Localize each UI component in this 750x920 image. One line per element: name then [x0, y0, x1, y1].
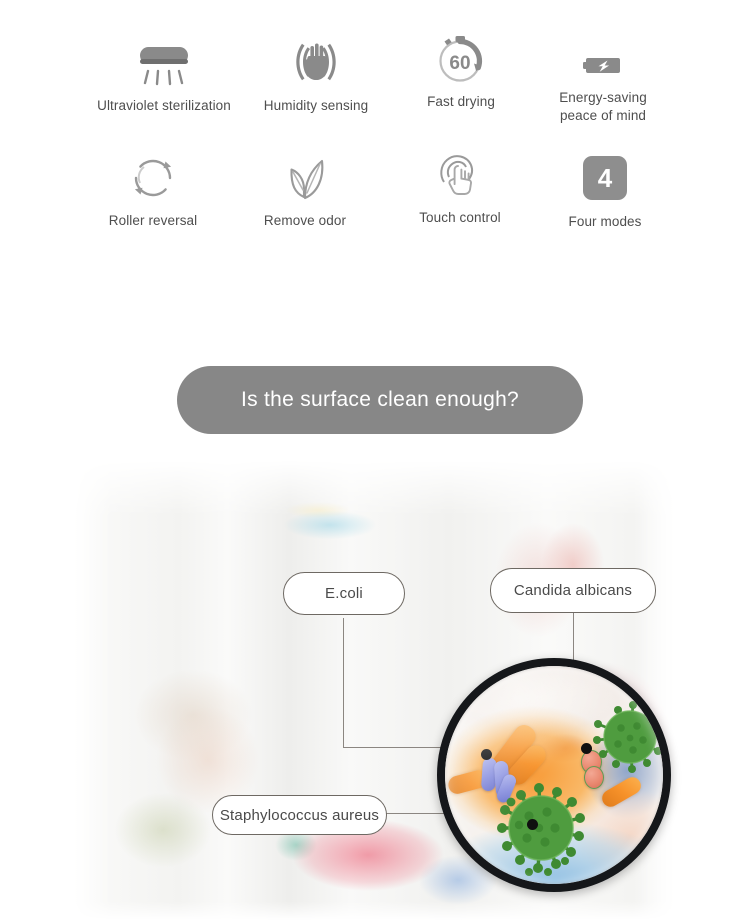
marker-dot-staphylococcus [527, 819, 538, 830]
feature-label: Humidity sensing [263, 98, 369, 113]
staphylococcus-germ-small [593, 701, 663, 773]
timer-value: 60 [449, 53, 470, 74]
callout-ecoli: E.coli [283, 572, 405, 615]
feature-label: Fast drying [427, 94, 495, 109]
touch-finger-icon [434, 152, 486, 200]
timer-60-icon: 60 [431, 36, 491, 84]
feature-label: Roller reversal [108, 213, 198, 228]
feature-humidity-sensing: Humidity sensing [241, 40, 391, 115]
feature-label-line2: peace of mind [559, 108, 647, 124]
staphylococcus-germ-large [497, 783, 585, 876]
battery-bolt-icon [582, 52, 624, 80]
feature-label: Four modes [568, 214, 642, 229]
leader-line-ecoli-vertical [343, 618, 345, 748]
callout-candida-albicans: Candida albicans [490, 568, 656, 613]
feature-roller-reversal: Roller reversal [78, 155, 228, 230]
hand-humidity-icon [280, 40, 352, 88]
feature-highlights-grid: Ultraviolet sterilization Humidity sensi… [0, 0, 750, 250]
question-banner: Is the surface clean enough? [177, 366, 583, 434]
magnifier-lens [437, 658, 671, 892]
feature-ultraviolet-sterilization: Ultraviolet sterilization [89, 40, 239, 115]
feature-four-modes: 4 Four modes [530, 152, 680, 231]
feature-label: Ultraviolet sterilization [97, 98, 231, 113]
question-banner-text: Is the surface clean enough? [240, 388, 520, 411]
circular-arrows-icon [126, 155, 180, 203]
uv-lamp-icon [133, 40, 195, 88]
feature-label: Energy-saving peace of mind [559, 89, 647, 125]
feature-touch-control: Touch control [385, 152, 535, 227]
modes-count: 4 [583, 156, 627, 200]
four-modes-badge: 4 [583, 152, 627, 204]
marker-dot-ecoli [481, 749, 492, 760]
callout-staphylococcus-aureus: Staphylococcus aureus [212, 795, 387, 835]
feature-fast-drying: 60 Fast drying [386, 36, 536, 111]
feature-remove-odor: Remove odor [230, 155, 380, 230]
feature-label-line1: Energy-saving [559, 90, 647, 105]
feature-energy-saving: Energy-saving peace of mind [528, 52, 678, 125]
feature-label: Touch control [419, 210, 501, 225]
feature-label: Remove odor [263, 213, 347, 228]
leaves-icon [279, 155, 331, 203]
marker-dot-candida [581, 743, 592, 754]
magnified-laundry-view [445, 666, 663, 884]
